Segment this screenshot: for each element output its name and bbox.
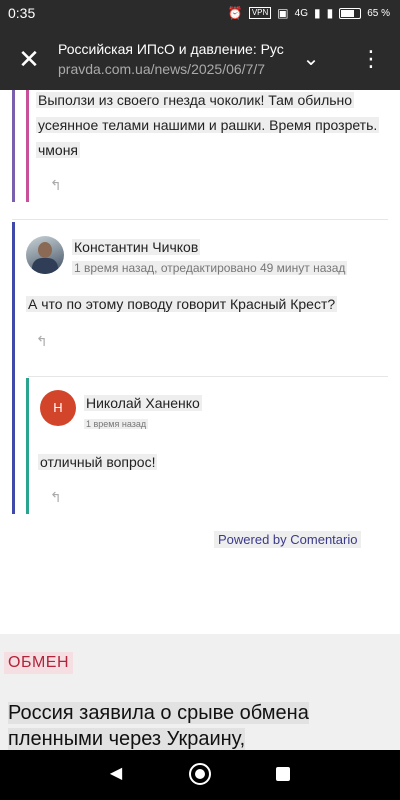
signal-icon: ▮ — [313, 6, 321, 20]
status-bar: 0:35 ⏰ VPN ▣ 4G ▮ ▮ 65 % — [0, 0, 400, 28]
browser-toolbar: ✕ Российская ИПсО и давление: Рус pravda… — [0, 28, 400, 90]
reply-icon[interactable]: ↰ — [36, 334, 54, 348]
page-url[interactable]: pravda.com.ua/news/2025/06/7/7 — [58, 61, 288, 77]
reply-icon[interactable]: ↰ — [50, 490, 68, 504]
avatar[interactable]: Н — [40, 390, 76, 426]
divider — [28, 376, 388, 377]
article-headline[interactable]: Россия заявила о срыве обмена пленными ч… — [8, 700, 388, 752]
comment-text: отличный вопрос! — [38, 454, 158, 470]
chevron-down-icon[interactable]: ⌄ — [296, 44, 326, 74]
comment-author: Константин Чичков — [72, 239, 201, 255]
thread-line — [26, 378, 29, 514]
network-type: 4G — [294, 7, 308, 19]
sim-icon: ▣ — [277, 6, 289, 20]
page-title: Российская ИПсО и давление: Рус — [58, 41, 284, 57]
recents-icon[interactable] — [276, 767, 290, 781]
battery-icon — [339, 7, 362, 19]
nav-bar: ◀ — [0, 750, 400, 800]
comment-text: усеянное телами нашими и рашки. Время пр… — [36, 117, 380, 133]
thread-line — [12, 222, 15, 514]
divider — [12, 219, 388, 220]
thread-line — [26, 90, 29, 202]
back-icon[interactable]: ◀ — [106, 764, 126, 784]
thread-line — [12, 90, 15, 202]
alarm-off-icon: ⏰ — [227, 6, 243, 20]
vpn-badge: VPN — [248, 7, 272, 19]
close-icon[interactable]: ✕ — [14, 44, 44, 74]
status-icons: ⏰ VPN ▣ 4G ▮ ▮ 65 % — [228, 6, 390, 20]
comment-text: чмоня — [36, 142, 81, 158]
more-vert-icon[interactable]: ⋮ — [356, 44, 386, 74]
section-tag[interactable]: ОБМЕН — [4, 652, 73, 674]
battery-percent: 65 % — [367, 7, 390, 19]
comment-meta: 1 время назад — [84, 419, 149, 429]
comment-text: А что по этому поводу говорит Красный Кр… — [26, 296, 338, 312]
comment-text: Выползи из своего гнезда чоколик! Там об… — [36, 92, 355, 108]
avatar[interactable] — [26, 236, 64, 274]
signal-icon-2: ▮ — [326, 6, 334, 20]
status-time: 0:35 — [8, 5, 36, 21]
comment-author: Николай Ханенко — [84, 395, 202, 411]
reply-icon[interactable]: ↰ — [50, 178, 68, 192]
powered-by-link[interactable]: Powered by Comentario — [214, 531, 362, 548]
screen: 0:35 ⏰ VPN ▣ 4G ▮ ▮ 65 % ✕ Российская ИП… — [0, 0, 400, 800]
home-icon[interactable] — [189, 763, 211, 785]
comment-meta: 1 время назад, отредактировано 49 минут … — [72, 261, 348, 275]
